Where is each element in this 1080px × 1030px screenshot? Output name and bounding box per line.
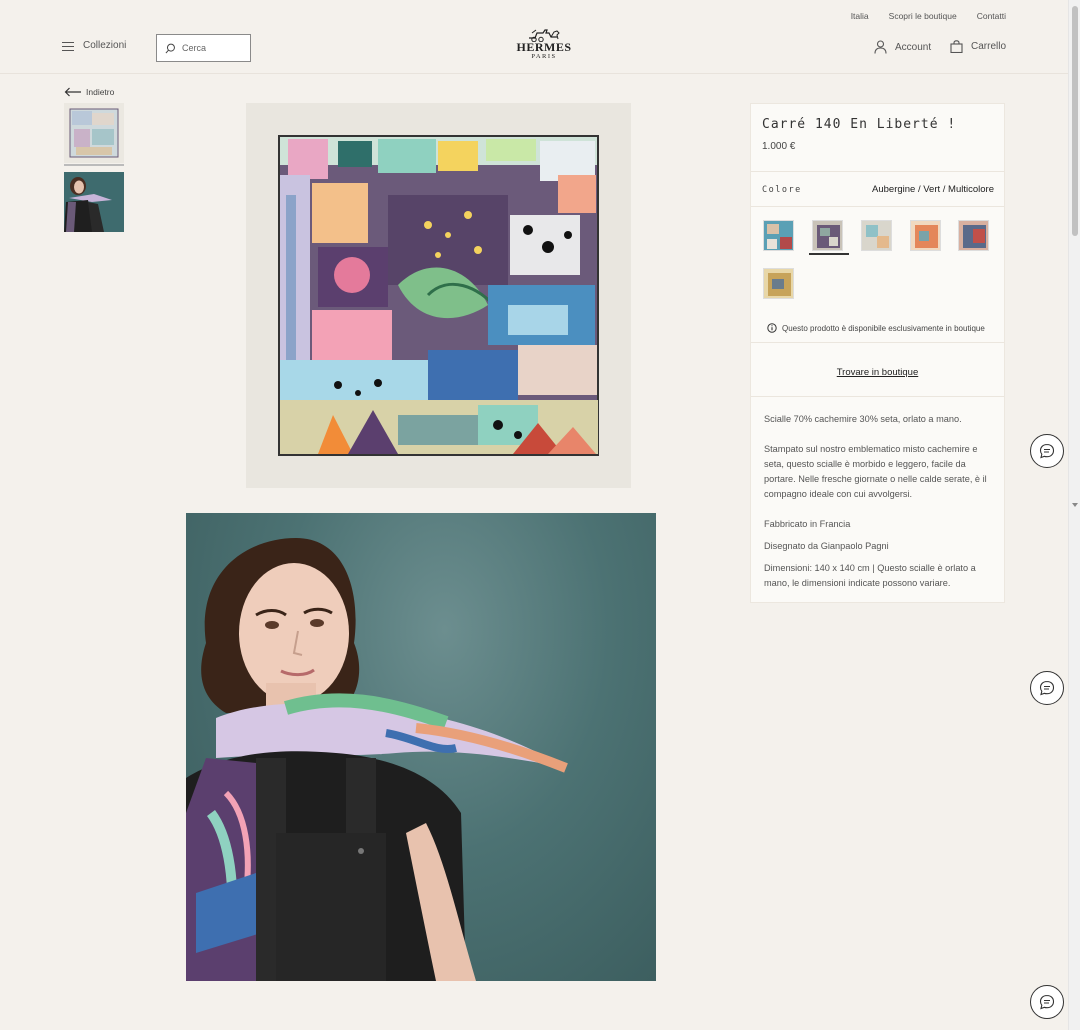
chat-bubble-icon <box>1039 443 1055 459</box>
logo-sub: PARIS <box>531 53 557 60</box>
chat-button-3[interactable] <box>1030 985 1064 1019</box>
model-thumbnail-image <box>64 172 124 232</box>
account-button[interactable]: Account <box>874 40 931 54</box>
search-icon <box>165 43 175 53</box>
scarf-illustration <box>278 135 599 456</box>
color-swatch-4[interactable] <box>910 220 941 251</box>
color-swatch-5[interactable] <box>958 220 989 251</box>
utility-links: Italia Scopri le boutique Contatti <box>851 11 1006 21</box>
product-image-scarf[interactable] <box>246 103 631 488</box>
swatch-light-image <box>862 221 891 250</box>
arrow-left-icon <box>64 87 81 97</box>
find-in-boutique-link[interactable]: Trovare in boutique <box>751 367 1004 378</box>
page-scrollbar[interactable] <box>1068 0 1080 1030</box>
shopping-bag-icon <box>950 40 963 53</box>
divider <box>751 342 1004 343</box>
cart-button[interactable]: Carrello <box>950 40 1006 53</box>
thumbnail-selected-indicator <box>64 164 124 166</box>
link-contacts[interactable]: Contatti <box>977 11 1006 21</box>
color-label: Colore <box>762 185 802 195</box>
divider <box>751 171 1004 172</box>
model-photo-illustration <box>186 538 568 981</box>
color-swatch-6[interactable] <box>763 268 794 299</box>
swatch-aubergine-image <box>813 221 842 250</box>
account-label: Account <box>895 41 932 53</box>
back-link[interactable]: Indietro <box>64 87 114 97</box>
description-designer: Disegnato da Gianpaolo Pagni <box>764 541 889 551</box>
description-made-in: Fabbricato in Francia <box>764 519 851 529</box>
back-label: Indietro <box>86 87 115 97</box>
chat-bubble-icon <box>1039 994 1055 1010</box>
chat-button-1[interactable] <box>1030 434 1064 468</box>
scarf-thumbnail-image <box>64 103 124 163</box>
scrollbar-thumb[interactable] <box>1072 6 1078 236</box>
collections-label: Collezioni <box>83 40 127 51</box>
divider <box>751 396 1004 397</box>
thumbnail-scarf[interactable] <box>64 103 124 163</box>
chat-button-2[interactable] <box>1030 671 1064 705</box>
info-icon <box>767 323 777 333</box>
color-value: Aubergine / Vert / Multicolore <box>872 184 994 195</box>
swatch-gold-image <box>764 269 793 298</box>
availability-text: Questo prodotto è disponibile esclusivam… <box>782 323 985 333</box>
link-country[interactable]: Italia <box>851 11 869 21</box>
hamburger-icon <box>62 41 74 51</box>
hermes-logo[interactable]: HERMES PARIS <box>511 28 577 66</box>
color-swatch-1[interactable] <box>763 220 794 251</box>
chat-bubble-icon <box>1039 680 1055 696</box>
user-icon <box>874 40 887 54</box>
scroll-down-arrow-icon[interactable] <box>1072 503 1078 507</box>
collections-menu-button[interactable]: Collezioni <box>62 40 126 51</box>
product-price: 1.000 € <box>762 141 796 152</box>
swatch-orange-image <box>911 221 940 250</box>
description-dimensions: Dimensioni: 140 x 140 cm | Questo sciall… <box>764 563 976 588</box>
thumbnail-model[interactable] <box>64 172 124 232</box>
search-input[interactable] <box>182 43 246 53</box>
selected-swatch-indicator <box>809 253 849 255</box>
color-swatch-3[interactable] <box>861 220 892 251</box>
availability-note: Questo prodotto è disponibile esclusivam… <box>767 323 985 333</box>
color-swatch-2-selected[interactable] <box>812 220 843 251</box>
search-box[interactable] <box>156 34 251 62</box>
product-title: Carré 140 En Liberté ! <box>762 117 957 132</box>
site-header: Italia Scopri le boutique Contatti Colle… <box>0 0 1068 74</box>
divider <box>751 206 1004 207</box>
logo-word: HERMES <box>516 40 572 54</box>
cart-label: Carrello <box>971 41 1007 52</box>
product-info-panel: Carré 140 En Liberté ! 1.000 € Colore Au… <box>750 103 1005 603</box>
product-image-model[interactable] <box>186 513 656 981</box>
swatch-red-image <box>959 221 988 250</box>
product-description: Scialle 70% cachemire 30% seta, orlato a… <box>764 412 996 606</box>
description-composition: Scialle 70% cachemire 30% seta, orlato a… <box>764 414 962 424</box>
link-boutiques[interactable]: Scopri le boutique <box>889 11 957 21</box>
description-paragraph: Stampato sul nostro emblematico misto ca… <box>764 444 987 499</box>
swatch-blue-image <box>764 221 793 250</box>
